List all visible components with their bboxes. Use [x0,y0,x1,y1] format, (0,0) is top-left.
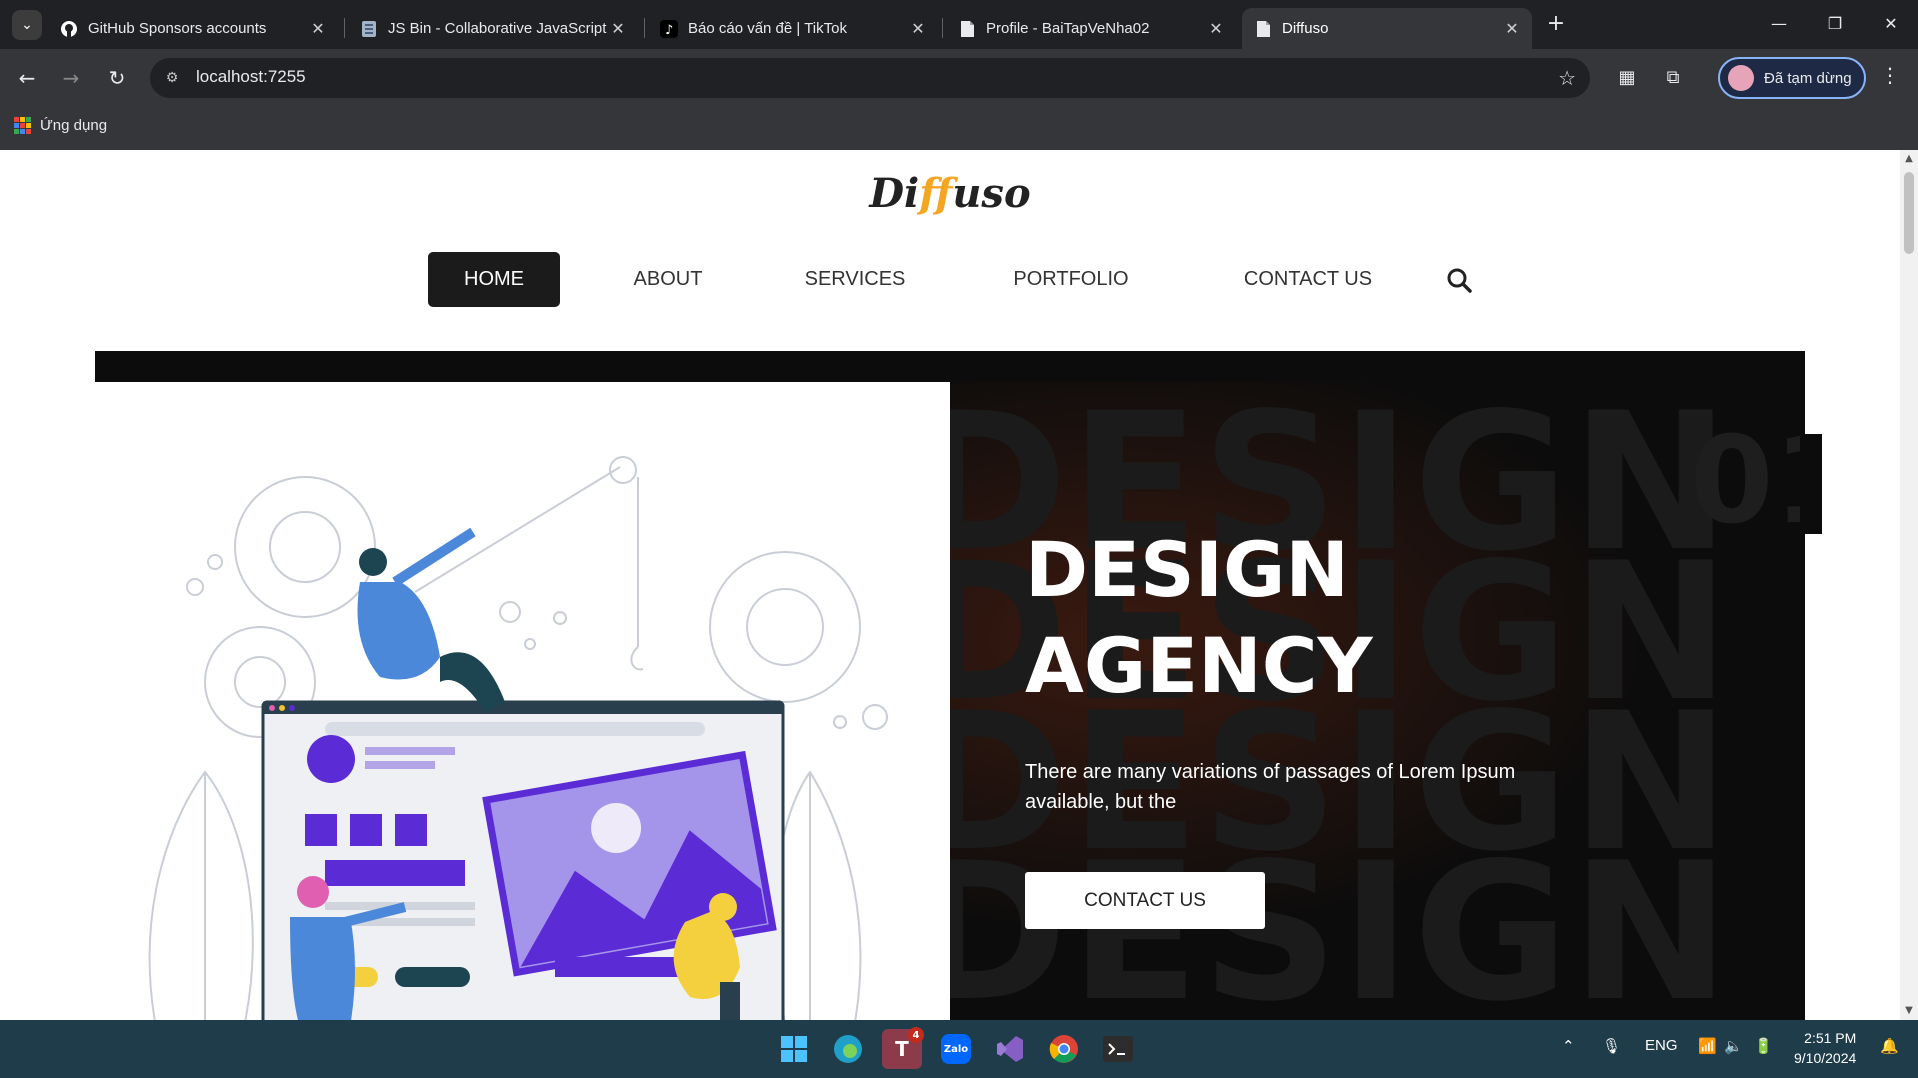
github-icon [60,20,78,38]
windows-taskbar: T 4 Zalo ⌃ 🎙 ENG 📶 🔈 🔋 2:51 PM 9/10/2024… [0,1020,1918,1078]
reload-button[interactable]: ↻ [102,63,132,93]
profile-label: Đã tạm dừng [1764,69,1852,87]
notification-bell-icon[interactable]: 🔔 [1880,1037,1899,1055]
tab-title: GitHub Sponsors accounts [88,20,267,37]
clock-date: 9/10/2024 [1794,1050,1857,1066]
site-logo[interactable]: Diffuso [0,170,1900,217]
svg-text:♪: ♪ [665,23,673,38]
nav-about[interactable]: ABOUT [628,252,708,307]
tab-profile[interactable]: Profile - BaiTapVeNha02 ✕ [946,8,1236,49]
tiktok-icon: ♪ [660,19,678,38]
page-viewport: Diffuso HOME ABOUT SERVICES PORTFOLIO CO… [0,150,1900,1020]
scroll-up-arrow-icon[interactable]: ▲ [1903,153,1915,165]
volume-icon[interactable]: 🔈 [1724,1037,1743,1055]
apps-grid-icon [14,117,31,134]
close-icon[interactable]: ✕ [310,19,326,39]
profile-button[interactable]: Đã tạm dừng [1718,57,1866,99]
back-button[interactable]: ← [12,63,42,93]
logo-text-accent: ff [919,170,953,217]
nav-home[interactable]: HOME [428,252,560,307]
tab-search-button[interactable]: ⌄ [12,10,42,40]
microphone-muted-icon[interactable]: 🎙 [1602,1037,1621,1055]
scroll-thumb[interactable] [1904,172,1914,254]
tab-github-sponsors[interactable]: GitHub Sponsors accounts ✕ [48,8,338,49]
new-tab-button[interactable]: + [1542,10,1570,38]
clock[interactable]: 2:51 PM 9/10/2024 [1794,1028,1856,1068]
close-icon[interactable]: ✕ [610,19,626,39]
visual-studio-icon[interactable] [990,1029,1030,1069]
qr-extension-icon[interactable]: ▦ [1612,63,1642,93]
search-icon[interactable] [1446,267,1472,293]
address-text: localhost:7255 [196,67,306,86]
close-icon[interactable]: ✕ [910,19,926,39]
tab-separator [942,18,943,38]
nav-contact-us[interactable]: CONTACT US [1233,252,1383,307]
close-icon[interactable]: ✕ [1504,19,1520,39]
bookmarks-bar: Ứng dụng [0,107,1918,150]
tab-title: Báo cáo vấn đề | TikTok [688,20,847,37]
close-icon[interactable]: ✕ [1208,19,1224,39]
teams-badge: 4 [908,1027,924,1043]
tab-title: JS Bin - Collaborative JavaScript [388,20,607,37]
bookmark-apps[interactable]: Ứng dụng [14,117,107,134]
forward-button[interactable]: → [56,63,86,93]
clock-time: 2:51 PM [1804,1030,1857,1046]
address-bar[interactable]: ⚙ localhost:7255 ☆ [150,58,1590,98]
language-indicator[interactable]: ENG [1645,1037,1678,1054]
bookmark-star-icon[interactable]: ☆ [1558,66,1576,90]
hero-number-bar [1800,434,1822,534]
minimize-button[interactable]: — [1756,10,1802,38]
close-window-button[interactable]: ✕ [1868,10,1914,38]
tab-jsbin[interactable]: JS Bin - Collaborative JavaScript ✕ [348,8,638,49]
avatar [1728,65,1754,91]
windows-start-icon[interactable] [774,1029,814,1069]
hero-big-number: 01 [1690,412,1805,551]
nav-services[interactable]: SERVICES [801,252,909,307]
tray-chevron-icon[interactable]: ⌃ [1562,1037,1575,1055]
jsbin-icon [360,20,378,38]
edge-dev-icon[interactable] [828,1029,868,1069]
hero-contact-button[interactable]: CONTACT US [1025,872,1265,929]
nav-portfolio[interactable]: PORTFOLIO [1007,252,1135,307]
browser-chrome: ⌄ GitHub Sponsors accounts ✕ JS Bin - Co… [0,0,1918,150]
teams-icon[interactable]: T 4 [882,1027,924,1069]
battery-icon[interactable]: 🔋 [1754,1037,1773,1055]
zalo-icon[interactable]: Zalo [936,1029,976,1069]
scroll-down-arrow-icon[interactable]: ▼ [1903,1005,1915,1017]
page-scrollbar[interactable]: ▲ ▼ [1900,150,1918,1020]
hero-illustration [95,382,950,1020]
logo-text-post: uso [952,170,1031,217]
main-nav: HOME ABOUT SERVICES PORTFOLIO CONTACT US [428,252,1383,307]
hero-title-line: AGENCY [1025,621,1373,710]
document-icon [958,20,976,38]
tab-separator [344,18,345,38]
wifi-icon[interactable]: 📶 [1698,1037,1717,1055]
hero-top-band [95,351,1805,382]
restore-button[interactable]: ❐ [1812,10,1858,38]
tab-diffuso[interactable]: Diffuso ✕ [1242,8,1532,49]
menu-kebab-icon[interactable]: ⋮ [1880,63,1900,87]
terminal-icon[interactable] [1098,1029,1138,1069]
tab-strip: ⌄ GitHub Sponsors accounts ✕ JS Bin - Co… [0,0,1918,49]
tab-tiktok[interactable]: ♪ Báo cáo vấn đề | TikTok ✕ [648,8,938,49]
hero-title-line: DESIGN [1025,525,1350,614]
tab-separator [644,18,645,38]
tab-title: Diffuso [1282,20,1329,37]
hero-title: DESIGN AGENCY [1025,522,1373,714]
tab-title: Profile - BaiTapVeNha02 [986,20,1150,37]
logo-text-pre: Di [869,170,920,217]
hero-banner: DESIGN DESIGN DESIGN DESIGN 01 DESIGN AG… [950,382,1805,1020]
extensions-puzzle-icon[interactable]: ⧉ [1658,63,1688,93]
apps-label: Ứng dụng [40,117,108,134]
browser-toolbar: ← → ↻ ⚙ localhost:7255 ☆ ▦ ⧉ Đã tạm dừng… [0,49,1918,107]
hero-description: There are many variations of passages of… [1025,761,1516,813]
zalo-label: Zalo [941,1034,971,1064]
chrome-icon[interactable] [1044,1029,1084,1069]
site-info-icon[interactable]: ⚙ [162,68,182,88]
document-icon [1254,20,1272,38]
